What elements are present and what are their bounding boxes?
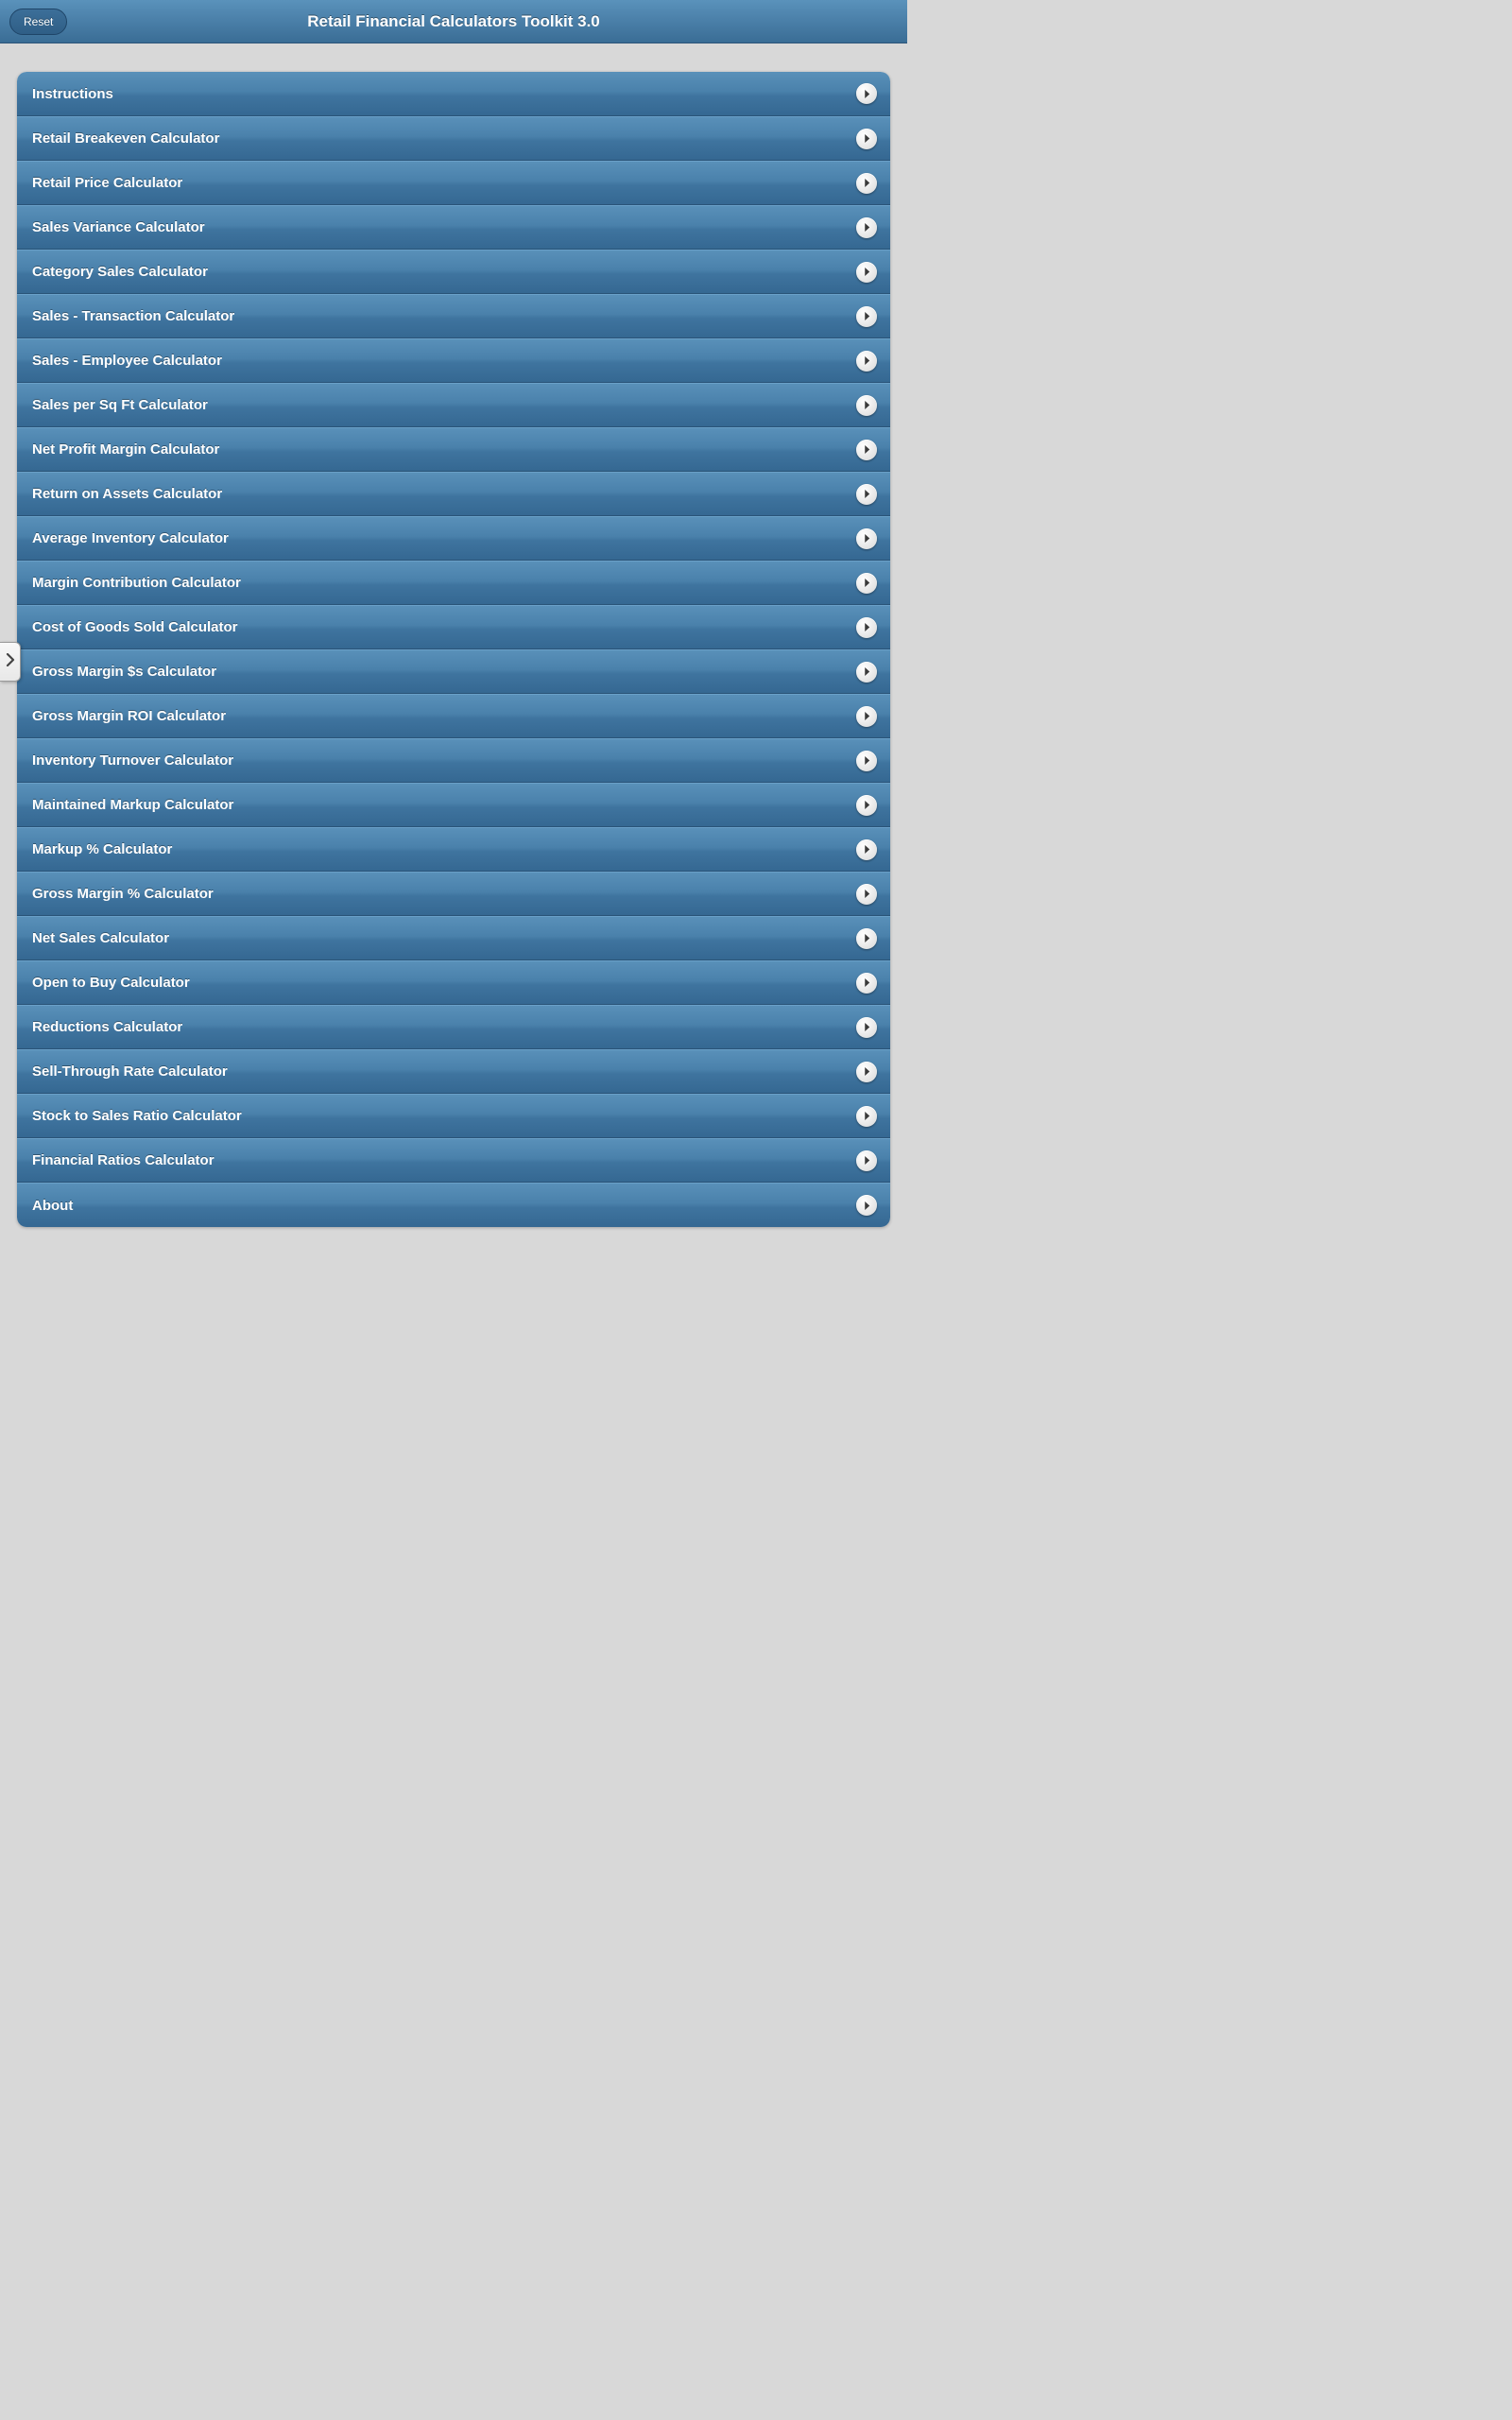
list-item-label: Retail Breakeven Calculator — [32, 130, 219, 147]
list-item[interactable]: Inventory Turnover Calculator — [17, 738, 890, 783]
chevron-right-icon — [856, 1195, 877, 1216]
chevron-right-icon — [856, 662, 877, 683]
list-item[interactable]: About — [17, 1183, 890, 1227]
chevron-right-icon — [856, 795, 877, 816]
list-item[interactable]: Margin Contribution Calculator — [17, 561, 890, 605]
list-item[interactable]: Financial Ratios Calculator — [17, 1138, 890, 1183]
drawer-handle[interactable] — [0, 642, 21, 682]
list-item[interactable]: Return on Assets Calculator — [17, 472, 890, 516]
list-item-label: Gross Margin % Calculator — [32, 886, 214, 902]
list-item-label: Margin Contribution Calculator — [32, 575, 241, 591]
list-item-label: Sales Variance Calculator — [32, 219, 205, 235]
chevron-right-icon — [856, 440, 877, 460]
chevron-right-icon — [856, 129, 877, 149]
list-item-label: Average Inventory Calculator — [32, 530, 229, 546]
chevron-right-icon — [856, 83, 877, 104]
chevron-right-icon — [856, 973, 877, 994]
chevron-right-icon — [856, 706, 877, 727]
chevron-right-icon — [856, 528, 877, 549]
list-item[interactable]: Sell-Through Rate Calculator — [17, 1049, 890, 1094]
header-bar: Reset Retail Financial Calculators Toolk… — [0, 0, 907, 43]
list-item-label: Sales - Employee Calculator — [32, 353, 222, 369]
list-item[interactable]: Net Profit Margin Calculator — [17, 427, 890, 472]
list-item-label: Reductions Calculator — [32, 1019, 182, 1035]
list-item-label: Retail Price Calculator — [32, 175, 182, 191]
list-item-label: Sell-Through Rate Calculator — [32, 1063, 228, 1080]
list-item[interactable]: Sales Variance Calculator — [17, 205, 890, 250]
chevron-right-icon — [856, 173, 877, 194]
chevron-right-icon — [856, 884, 877, 905]
list-item-label: Sales per Sq Ft Calculator — [32, 397, 208, 413]
list-item[interactable]: Net Sales Calculator — [17, 916, 890, 960]
list-item-label: Markup % Calculator — [32, 841, 172, 857]
list-item-label: Net Sales Calculator — [32, 930, 169, 946]
list-item-label: Return on Assets Calculator — [32, 486, 222, 502]
list-item-label: Cost of Goods Sold Calculator — [32, 619, 238, 635]
menu-list: Instructions Retail Breakeven Calculator R… — [17, 72, 890, 1227]
chevron-right-icon — [856, 262, 877, 283]
list-item-label: Financial Ratios Calculator — [32, 1152, 215, 1168]
chevron-right-icon — [856, 1106, 877, 1127]
list-item[interactable]: Instructions — [17, 72, 890, 116]
chevron-right-icon — [856, 751, 877, 771]
list-item[interactable]: Retail Price Calculator — [17, 161, 890, 205]
content-area: Instructions Retail Breakeven Calculator R… — [0, 43, 907, 1244]
list-item[interactable]: Open to Buy Calculator — [17, 960, 890, 1005]
list-item-label: Gross Margin $s Calculator — [32, 664, 216, 680]
list-item[interactable]: Cost of Goods Sold Calculator — [17, 605, 890, 649]
list-item-label: Sales - Transaction Calculator — [32, 308, 234, 324]
list-item-label: About — [32, 1198, 73, 1214]
chevron-right-icon — [856, 217, 877, 238]
chevron-right-icon — [856, 1062, 877, 1082]
list-item[interactable]: Sales - Transaction Calculator — [17, 294, 890, 338]
chevron-right-icon — [856, 928, 877, 949]
chevron-right-icon — [856, 1150, 877, 1171]
chevron-right-icon — [856, 395, 877, 416]
list-item-label: Open to Buy Calculator — [32, 975, 190, 991]
list-item[interactable]: Stock to Sales Ratio Calculator — [17, 1094, 890, 1138]
chevron-right-icon — [856, 484, 877, 505]
list-item[interactable]: Markup % Calculator — [17, 827, 890, 872]
chevron-right-icon — [856, 306, 877, 327]
list-item[interactable]: Gross Margin % Calculator — [17, 872, 890, 916]
chevron-right-icon — [6, 653, 15, 671]
list-item-label: Category Sales Calculator — [32, 264, 208, 280]
list-item[interactable]: Reductions Calculator — [17, 1005, 890, 1049]
list-item[interactable]: Sales per Sq Ft Calculator — [17, 383, 890, 427]
chevron-right-icon — [856, 1017, 877, 1038]
list-item-label: Inventory Turnover Calculator — [32, 752, 233, 769]
chevron-right-icon — [856, 839, 877, 860]
list-item[interactable]: Gross Margin ROI Calculator — [17, 694, 890, 738]
page-title: Retail Financial Calculators Toolkit 3.0 — [0, 12, 907, 31]
chevron-right-icon — [856, 617, 877, 638]
list-item[interactable]: Gross Margin $s Calculator — [17, 649, 890, 694]
list-item[interactable]: Category Sales Calculator — [17, 250, 890, 294]
list-item-label: Gross Margin ROI Calculator — [32, 708, 226, 724]
chevron-right-icon — [856, 573, 877, 594]
list-item-label: Maintained Markup Calculator — [32, 797, 233, 813]
list-item-label: Instructions — [32, 86, 113, 102]
chevron-right-icon — [856, 351, 877, 372]
list-item[interactable]: Maintained Markup Calculator — [17, 783, 890, 827]
list-item[interactable]: Average Inventory Calculator — [17, 516, 890, 561]
list-item[interactable]: Sales - Employee Calculator — [17, 338, 890, 383]
list-item-label: Net Profit Margin Calculator — [32, 441, 219, 458]
list-item[interactable]: Retail Breakeven Calculator — [17, 116, 890, 161]
reset-button[interactable]: Reset — [9, 9, 67, 35]
list-item-label: Stock to Sales Ratio Calculator — [32, 1108, 242, 1124]
